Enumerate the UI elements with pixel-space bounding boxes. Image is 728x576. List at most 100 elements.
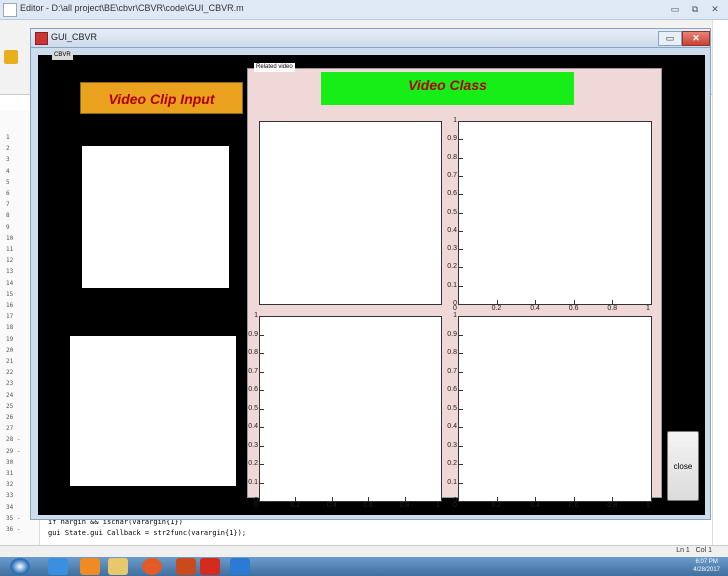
y-tick-mark: [260, 427, 264, 428]
line-number: 14: [6, 279, 14, 287]
gui-title-bar: GUI_CBVR ▭ ✕: [30, 28, 711, 47]
y-tick-label: 0.8: [447, 349, 457, 356]
y-tick-mark: [459, 175, 463, 177]
editor-status-bar: Ln 1 Col 1: [0, 545, 728, 557]
y-tick-mark: [459, 139, 463, 141]
line-number: 32: [6, 481, 14, 489]
x-tick-label: 0.4: [326, 502, 337, 509]
input-frame-axes: [70, 336, 236, 486]
line-number: 19: [6, 335, 14, 343]
gui-close-button[interactable]: ✕: [682, 31, 710, 46]
line-number: 15: [6, 290, 14, 298]
y-tick-label: 0.6: [447, 190, 457, 198]
x-tick-label: 0.6: [363, 502, 373, 509]
internet-explorer-icon[interactable]: [48, 558, 68, 575]
line-number: 16: [6, 302, 14, 309]
y-tick-mark: [459, 194, 463, 196]
editor-right-strip: [712, 20, 728, 545]
y-tick-label: 0.4: [248, 423, 258, 430]
y-tick-mark: [459, 267, 463, 269]
line-number: 33: [6, 492, 14, 500]
y-tick-mark: [459, 482, 463, 484]
new-file-icon[interactable]: [4, 50, 18, 64]
x-tick-mark: [535, 300, 537, 304]
x-tick-mark: [331, 497, 333, 501]
y-tick-label: 0.8: [447, 153, 457, 161]
y-tick-mark: [459, 371, 463, 373]
line-number: 9: [6, 223, 10, 231]
line-number: 18: [6, 324, 14, 332]
x-tick-mark: [368, 497, 370, 501]
y-tick-label: 1: [453, 117, 457, 124]
close-icon[interactable]: ✕: [708, 3, 722, 15]
line-number: 23: [6, 380, 14, 388]
result-axes-top-right: [458, 121, 652, 305]
y-tick-mark: [459, 285, 463, 287]
line-number: 3: [6, 156, 10, 164]
line-number: 6: [6, 190, 10, 197]
x-tick-label: 0.2: [491, 305, 502, 312]
x-tick-mark: [404, 497, 406, 501]
editor-app-icon: [3, 3, 17, 17]
cursor-position: Ln 1 Col 1: [676, 547, 712, 554]
x-tick-label: 1: [436, 502, 440, 509]
line-number: 4: [6, 167, 10, 175]
x-tick-mark: [612, 497, 614, 501]
line-number: 17: [6, 313, 14, 321]
x-tick-label: 0.8: [607, 502, 618, 509]
minimize-icon[interactable]: ▭: [668, 3, 682, 15]
restore-icon[interactable]: ⧉: [688, 3, 702, 15]
y-tick-mark: [260, 408, 264, 410]
y-tick-mark: [260, 353, 264, 354]
y-tick-mark: [459, 334, 463, 336]
line-number: 31: [6, 470, 14, 477]
start-button-icon[interactable]: [10, 558, 30, 575]
x-tick-label: 1: [646, 305, 650, 312]
y-tick-label: 0.6: [447, 386, 457, 393]
x-tick-label: 0.6: [568, 502, 579, 509]
line-number: 34: [6, 503, 14, 511]
matlab-icon: [35, 32, 48, 45]
x-tick-mark: [295, 497, 297, 501]
line-number: 26: [6, 414, 14, 421]
y-tick-mark: [459, 353, 463, 354]
x-tick-mark: [496, 300, 498, 304]
video-clip-input-panel: Video Clip Input: [80, 82, 243, 114]
x-tick-label: 0.8: [607, 305, 618, 312]
close-button[interactable]: close: [667, 431, 699, 501]
line-number: 35 -: [6, 514, 21, 522]
y-tick-mark: [459, 445, 463, 447]
file-explorer-icon[interactable]: [108, 558, 128, 575]
result-axes-top-left: [259, 121, 442, 305]
y-tick-label: 0.8: [248, 349, 258, 356]
matlab-taskbar-icon[interactable]: [176, 558, 196, 575]
line-number: 30: [6, 458, 14, 466]
firefox-icon[interactable]: [142, 558, 162, 575]
x-tick-label: 1: [646, 502, 650, 509]
app-icon[interactable]: [230, 558, 250, 575]
y-tick-mark: [459, 427, 463, 428]
x-tick-mark: [573, 300, 575, 304]
video-class-panel: Video Class: [321, 72, 574, 105]
x-tick-mark: [496, 497, 498, 501]
figure-label: CBVR: [52, 51, 73, 60]
line-number: 27: [6, 425, 14, 433]
video-clip-input-label: Video Clip Input: [108, 91, 215, 107]
y-tick-label: 1: [453, 312, 457, 319]
y-tick-mark: [459, 408, 463, 410]
acrobat-icon[interactable]: [200, 558, 220, 575]
y-tick-label: 0.9: [447, 135, 457, 143]
y-tick-label: 0.7: [447, 367, 457, 375]
line-number: 24: [6, 391, 14, 399]
code-line: gui State.gui Callback = str2func(vararg…: [48, 529, 247, 537]
y-tick-mark: [459, 316, 463, 317]
y-tick-label: 0.9: [447, 330, 457, 338]
media-player-icon[interactable]: [80, 558, 100, 575]
x-tick-label: 0: [453, 502, 457, 509]
line-number: 20: [6, 346, 14, 354]
editor-title-bar: Editor - D:\all project\BE\cbvr\CBVR\cod…: [0, 0, 728, 20]
system-clock[interactable]: 6:07 PM 4/28/2017: [693, 558, 720, 574]
y-tick-mark: [260, 482, 264, 484]
gui-minimize-button[interactable]: ▭: [658, 31, 682, 46]
x-tick-label: 0.4: [530, 502, 540, 509]
